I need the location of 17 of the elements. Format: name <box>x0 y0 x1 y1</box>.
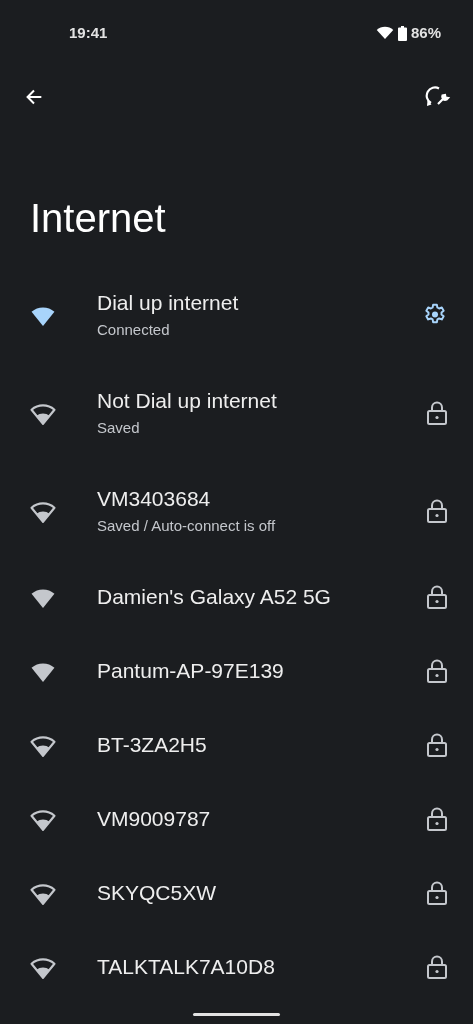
network-name[interactable]: VM3403684 <box>97 485 426 513</box>
page-title: Internet <box>29 195 167 242</box>
network-status: Saved <box>97 418 141 438</box>
network-status: Connected <box>97 320 171 340</box>
status-time: 19:41 <box>69 22 108 43</box>
network-name[interactable]: Not Dial up internet <box>97 387 426 415</box>
network-name[interactable]: TALKTALK7A10D8 <box>97 953 426 981</box>
battery-percentage: 86% <box>410 22 441 43</box>
battery-icon <box>397 25 407 41</box>
network-name[interactable]: SKYQC5XW <box>97 879 426 907</box>
wifi-icon <box>375 26 394 40</box>
network-name[interactable]: BT-3ZA2H5 <box>97 731 426 759</box>
network-name[interactable]: Dial up internet <box>97 289 422 317</box>
network-name[interactable]: Pantum-AP-97E139 <box>97 657 426 685</box>
network-name[interactable]: Damien's Galaxy A52 5G <box>97 583 426 611</box>
network-name[interactable]: VM9009787 <box>97 805 426 833</box>
network-status: Saved / Auto-connect is off <box>97 516 277 536</box>
